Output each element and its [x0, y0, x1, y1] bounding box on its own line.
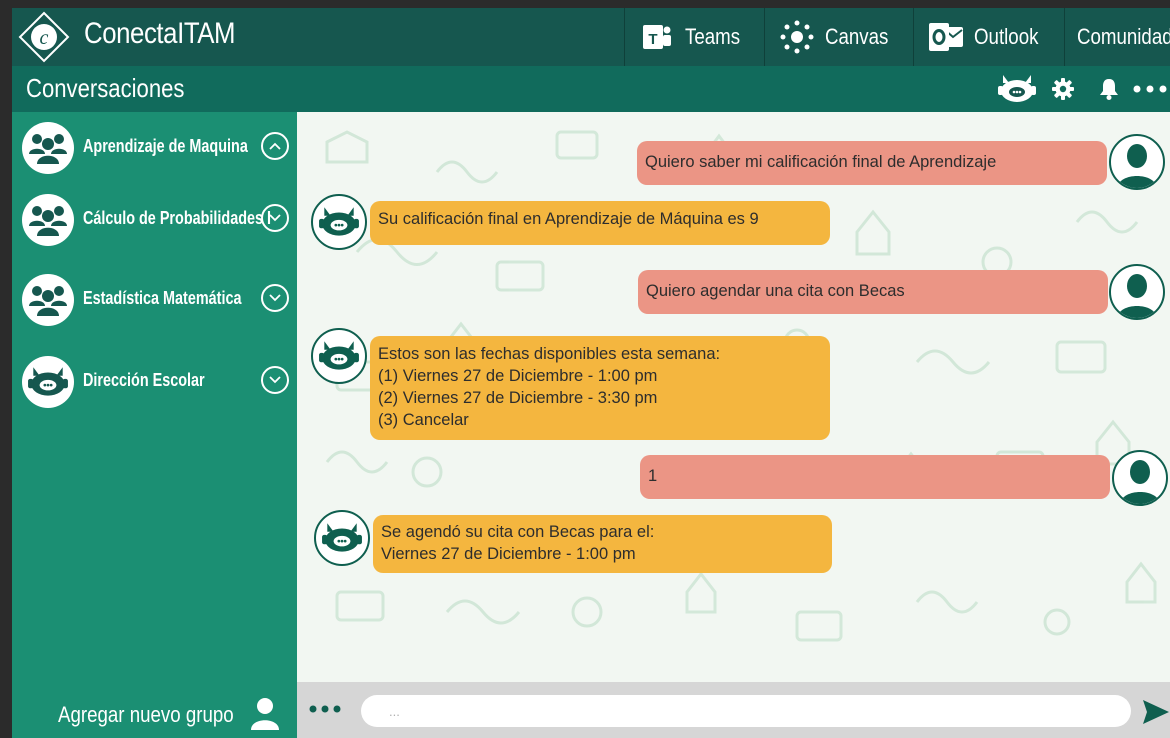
group-icon — [29, 134, 67, 164]
conectaitam-logo-icon[interactable]: c — [18, 11, 70, 63]
more-icon — [1133, 85, 1167, 93]
group-name: Dirección Escolar — [83, 370, 205, 390]
group-avatar — [22, 194, 74, 246]
canvas-label: Canvas — [824, 24, 889, 49]
expand-toggle[interactable] — [261, 366, 289, 394]
app-brand: ConectaITAM — [84, 17, 236, 50]
app-links: T Teams Canvas Outlook Comunidad — [624, 8, 1170, 66]
svg-text:T: T — [648, 31, 657, 48]
top-navbar: c ConectaITAM T Teams Canvas Outlook Com… — [12, 8, 1170, 66]
chat-message-bot: Estos son las fechas disponibles esta se… — [370, 336, 830, 440]
group-avatar — [22, 356, 74, 408]
group-avatar — [22, 274, 74, 326]
group-name: Cálculo de Probabilidades I — [83, 208, 272, 228]
bot-avatar — [311, 194, 367, 250]
canvas-icon — [777, 17, 817, 57]
chevron-down-icon — [269, 214, 281, 222]
chat-message-user: 1 — [640, 455, 1110, 499]
group-item-direccion-escolar[interactable]: Dirección Escolar — [12, 354, 297, 414]
chat-message-bot: Se agendó su cita con Becas para el: Vie… — [373, 515, 832, 573]
comunidad-itam-link[interactable]: Comunidad ITAM — [1064, 8, 1170, 66]
conversations-header: Conversaciones — [12, 66, 1170, 112]
message-input[interactable] — [361, 695, 1131, 727]
expand-toggle[interactable] — [261, 204, 289, 232]
collapse-toggle[interactable] — [261, 132, 289, 160]
message-composer — [297, 682, 1170, 738]
expand-toggle[interactable] — [261, 284, 289, 312]
chevron-down-icon — [269, 376, 281, 384]
chevron-down-icon — [269, 294, 281, 302]
group-item-aprendizaje[interactable]: Aprendizaje de Maquina — [12, 120, 297, 180]
user-icon — [1120, 460, 1160, 504]
bot-avatar — [311, 328, 367, 384]
group-avatar — [22, 122, 74, 174]
chat-message-bot: Su calificación final en Aprendizaje de … — [370, 201, 830, 245]
teams-label: Teams — [685, 24, 741, 49]
group-name: Aprendizaje de Maquina — [83, 136, 248, 156]
chat-area: Quiero saber mi calificación final de Ap… — [297, 112, 1170, 682]
settings-button[interactable] — [1040, 66, 1086, 112]
user-avatar — [1109, 134, 1165, 190]
user-avatar — [1109, 264, 1165, 320]
group-name: Estadística Matemática — [83, 288, 242, 308]
add-group-label: Agregar nuevo grupo — [58, 702, 234, 727]
user-icon — [1117, 274, 1157, 318]
comunidad-itam-label: Comunidad ITAM — [1077, 24, 1170, 49]
app-window: c ConectaITAM T Teams Canvas Outlook Com… — [12, 8, 1170, 738]
group-item-estadistica[interactable]: Estadística Matemática — [12, 272, 297, 332]
group-item-calculo[interactable]: Cálculo de Probabilidades I — [12, 192, 297, 252]
bot-icon — [998, 75, 1036, 102]
gear-icon — [1052, 78, 1074, 100]
notifications-button[interactable] — [1086, 66, 1132, 112]
canvas-link[interactable]: Canvas — [763, 8, 914, 66]
chat-message-user: Quiero saber mi calificación final de Ap… — [637, 141, 1107, 185]
bot-icon — [28, 367, 68, 396]
teams-link[interactable]: T Teams — [624, 8, 764, 66]
header-tools — [994, 66, 1170, 112]
page-title: Conversaciones — [26, 73, 185, 103]
groups-sidebar: Aprendizaje de Maquina Cálculo de Probab… — [12, 112, 297, 738]
bell-icon — [1100, 79, 1118, 100]
bot-icon — [322, 523, 362, 552]
outlook-label: Outlook — [974, 24, 1039, 49]
bot-avatar — [314, 510, 370, 566]
group-icon — [29, 286, 67, 316]
add-user-icon — [251, 698, 279, 730]
more-options-button[interactable] — [1132, 66, 1170, 112]
bot-icon — [319, 207, 359, 236]
outlook-icon — [926, 17, 966, 57]
send-icon[interactable] — [1141, 698, 1170, 726]
group-icon — [29, 206, 67, 236]
user-avatar — [1112, 450, 1168, 506]
more-options-icon[interactable] — [307, 699, 347, 719]
outlook-link[interactable]: Outlook — [913, 8, 1064, 66]
add-group-button[interactable]: Agregar nuevo grupo — [12, 692, 297, 738]
chat-message-user: Quiero agendar una cita con Becas — [638, 270, 1108, 314]
bot-icon — [319, 341, 359, 370]
teams-icon: T — [637, 17, 677, 57]
chevron-up-icon — [269, 142, 281, 150]
svg-text:c: c — [40, 27, 49, 49]
bot-button[interactable] — [994, 66, 1040, 112]
user-icon — [1117, 144, 1157, 188]
